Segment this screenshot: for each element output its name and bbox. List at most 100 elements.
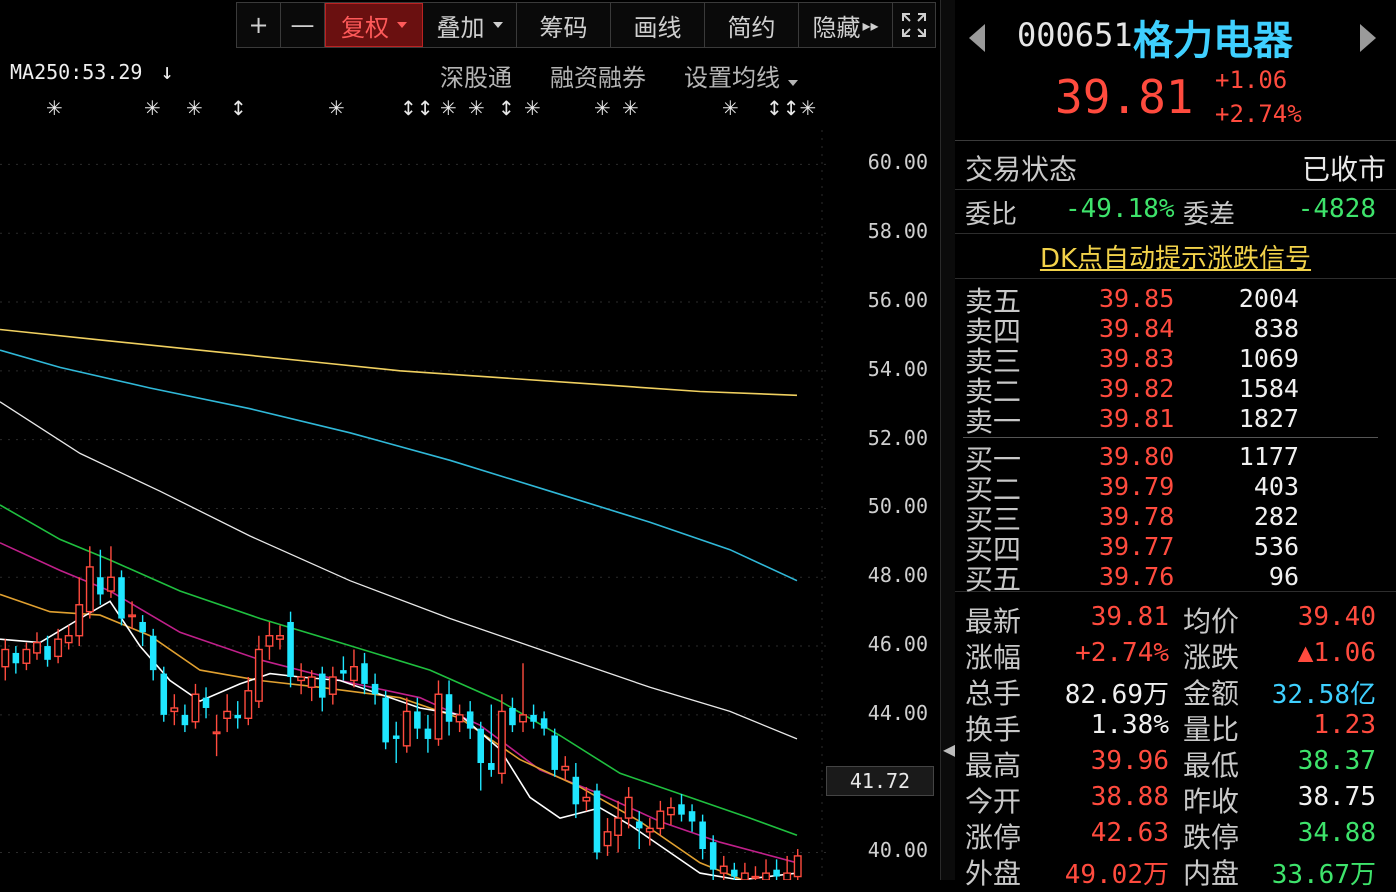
candle[interactable] <box>519 663 527 733</box>
candle[interactable] <box>455 704 464 733</box>
candle[interactable] <box>44 635 51 667</box>
candle[interactable] <box>551 728 558 777</box>
candle[interactable] <box>645 818 654 846</box>
candle[interactable] <box>254 635 263 708</box>
candle[interactable] <box>466 701 474 739</box>
split-marker-icon[interactable]: ↕ <box>498 96 515 120</box>
chips-button[interactable]: 筹码 <box>517 3 611 47</box>
candle[interactable] <box>139 615 146 647</box>
candle[interactable] <box>740 862 749 880</box>
candle[interactable] <box>751 866 760 880</box>
split-marker-icon[interactable]: ↕↕ <box>400 96 434 120</box>
set-ma-dropdown[interactable]: 设置均线 <box>684 58 798 93</box>
event-marker-icon[interactable]: ✳ <box>186 96 203 120</box>
candle[interactable] <box>678 793 685 822</box>
candle[interactable] <box>497 694 506 784</box>
candle[interactable] <box>793 849 802 880</box>
simple-mode-button[interactable]: 简约 <box>705 3 799 47</box>
candle[interactable] <box>54 628 63 664</box>
candle[interactable] <box>33 632 41 660</box>
candle[interactable] <box>614 800 623 853</box>
candle[interactable] <box>276 625 284 650</box>
kline-plot[interactable] <box>0 130 830 880</box>
candle[interactable] <box>75 577 84 647</box>
candle[interactable] <box>64 625 73 650</box>
candle[interactable] <box>509 697 516 733</box>
candle[interactable] <box>160 666 168 722</box>
candle[interactable] <box>709 835 717 880</box>
ask-row[interactable]: 卖五 39.85 2004 <box>955 284 1396 318</box>
candle[interactable] <box>106 546 115 598</box>
candle[interactable] <box>97 549 104 605</box>
candle[interactable] <box>688 804 696 832</box>
event-marker-icon[interactable]: ✳ <box>468 96 485 120</box>
candle[interactable] <box>234 701 242 729</box>
candle[interactable] <box>265 621 274 660</box>
dk-signal-link[interactable]: DK点自动提示涨跌信号 <box>955 238 1396 275</box>
event-marker-icon[interactable]: ✳ <box>594 96 611 120</box>
fq-dropdown-button[interactable]: 复权 <box>325 3 423 47</box>
event-marker-icon[interactable]: ✳ <box>328 96 345 120</box>
prev-stock-icon[interactable] <box>969 24 985 52</box>
ask-row[interactable]: 卖二 39.82 1584 <box>955 374 1396 408</box>
candle[interactable] <box>434 680 443 746</box>
candle[interactable] <box>12 646 20 674</box>
candle[interactable] <box>287 611 294 688</box>
sz-connect-link[interactable]: 深股通 <box>440 58 512 93</box>
candle[interactable] <box>561 756 570 781</box>
candle[interactable] <box>340 656 347 681</box>
margin-trading-link[interactable]: 融资融券 <box>550 58 646 93</box>
event-marker-icon[interactable]: ✳ <box>46 96 63 120</box>
candle[interactable] <box>402 697 411 753</box>
bid-row[interactable]: 买五 39.76 96 <box>955 562 1396 596</box>
candle[interactable] <box>181 704 189 733</box>
fullscreen-button[interactable] <box>893 3 935 47</box>
candle[interactable] <box>762 859 770 880</box>
overlay-dropdown-button[interactable]: 叠加 <box>423 3 517 47</box>
candle[interactable] <box>328 666 337 705</box>
ask-row[interactable]: 卖四 39.84 838 <box>955 314 1396 348</box>
ask-row[interactable]: 卖一 39.81 1827 <box>955 404 1396 438</box>
candle[interactable] <box>392 721 400 764</box>
zoom-out-button[interactable]: — <box>281 3 325 47</box>
candle[interactable] <box>593 783 601 860</box>
zoom-in-button[interactable]: + <box>237 3 281 47</box>
candle[interactable] <box>582 787 591 812</box>
candle[interactable] <box>477 721 485 791</box>
kline-chart-pane[interactable]: + — 复权 叠加 筹码 画线 简约 隐藏 ▸▸ MA250:53.29 ↓ 深股… <box>0 0 940 880</box>
bid-row[interactable]: 买四 39.77 536 <box>955 532 1396 566</box>
event-marker-icon[interactable]: ✳ <box>144 96 161 120</box>
candle[interactable] <box>445 680 453 736</box>
candle[interactable] <box>22 642 31 671</box>
draw-line-button[interactable]: 画线 <box>611 3 705 47</box>
event-marker-icon[interactable]: ✳ <box>622 96 639 120</box>
hide-button[interactable]: 隐藏 ▸▸ <box>799 3 893 47</box>
candle[interactable] <box>202 687 210 719</box>
event-marker-icon[interactable]: ✳ <box>722 96 739 120</box>
bid-row[interactable]: 买一 39.80 1177 <box>955 442 1396 476</box>
ask-row[interactable]: 卖三 39.83 1069 <box>955 344 1396 378</box>
candle[interactable] <box>297 663 306 695</box>
candle[interactable] <box>307 670 316 702</box>
candle[interactable] <box>244 677 253 726</box>
candle[interactable] <box>572 763 580 819</box>
candle[interactable] <box>656 800 665 836</box>
candle[interactable] <box>530 704 537 729</box>
candle[interactable] <box>170 694 179 726</box>
event-marker-icon[interactable]: ✳ <box>524 96 541 120</box>
split-marker-icon[interactable]: ↕ <box>230 96 247 120</box>
candle[interactable] <box>666 797 675 825</box>
candle[interactable] <box>191 683 200 729</box>
bid-row[interactable]: 买二 39.79 403 <box>955 472 1396 506</box>
candle[interactable] <box>223 694 232 733</box>
candle[interactable] <box>149 628 157 681</box>
candle[interactable] <box>371 673 379 705</box>
candle[interactable] <box>424 714 432 753</box>
candle[interactable] <box>318 666 326 712</box>
candle[interactable] <box>212 714 221 757</box>
collapse-handle-icon[interactable]: ◀ <box>943 740 955 780</box>
candle[interactable] <box>118 570 125 626</box>
candle[interactable] <box>773 859 780 880</box>
candle[interactable] <box>540 711 548 736</box>
candle[interactable] <box>382 690 389 750</box>
